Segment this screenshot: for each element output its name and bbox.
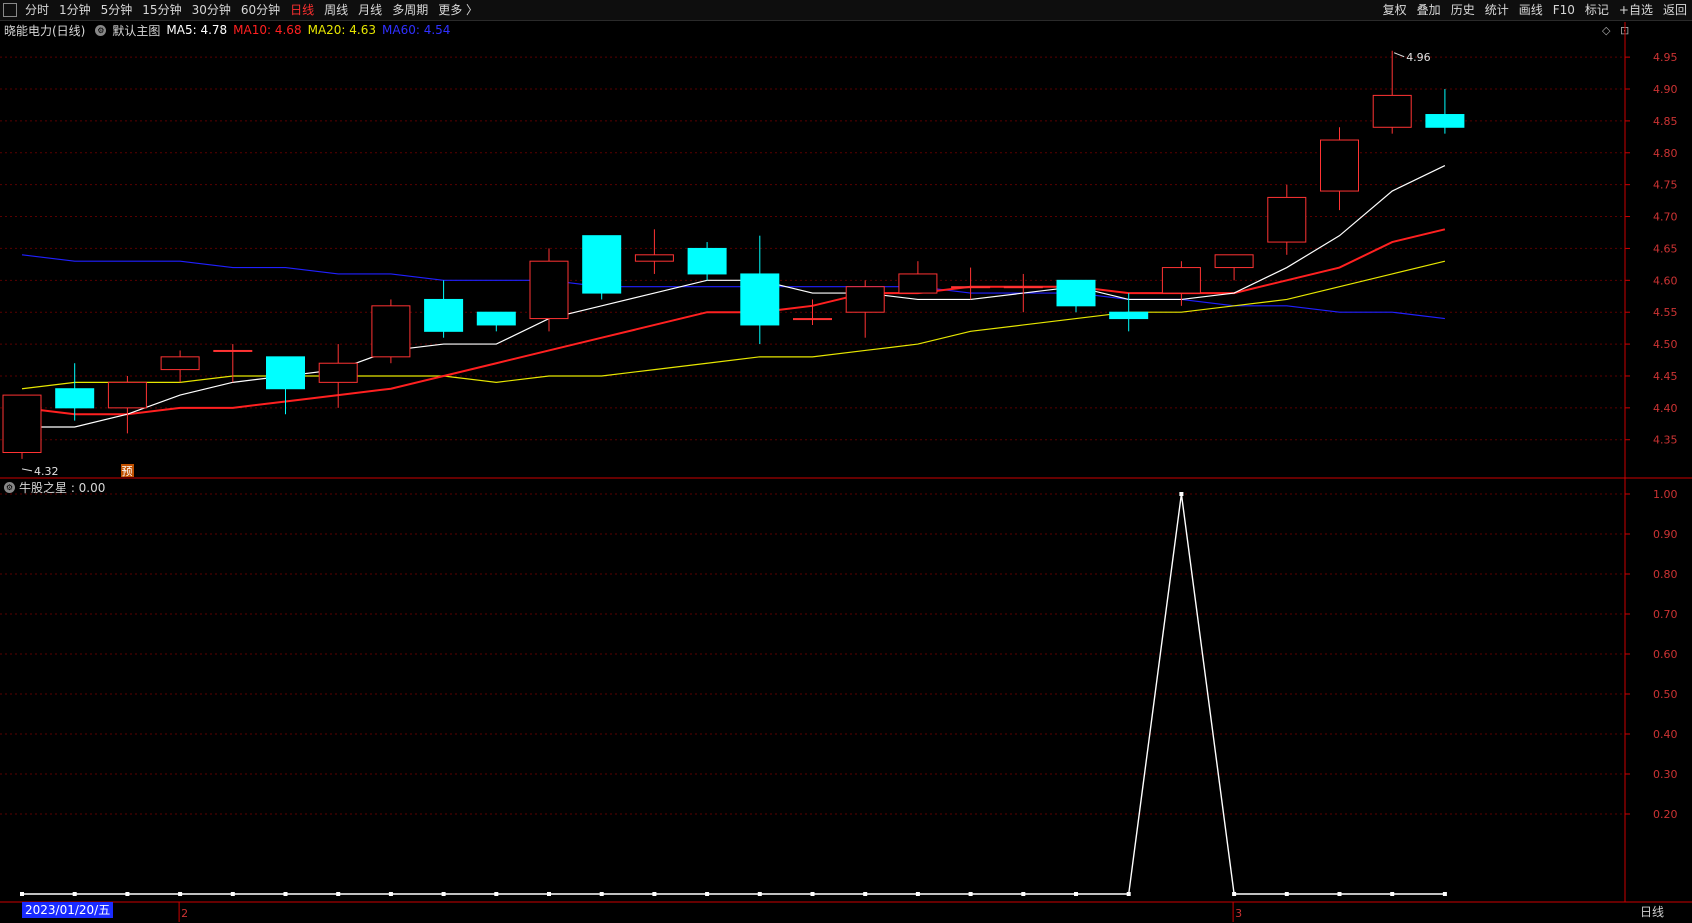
candle-up bbox=[1161, 267, 1201, 294]
indicator-point bbox=[1337, 892, 1342, 896]
candle-down bbox=[740, 273, 780, 326]
candle-up bbox=[1003, 286, 1043, 289]
indicator-point bbox=[441, 892, 446, 896]
candle-up bbox=[213, 349, 253, 352]
candle-up bbox=[371, 305, 411, 358]
indicator-point bbox=[1021, 892, 1026, 896]
price-tick-label: 4.45 bbox=[1653, 370, 1678, 383]
cursor-date: 2023/01/20/五 bbox=[22, 902, 114, 918]
price-tick-label: 4.75 bbox=[1653, 179, 1678, 192]
price-tick-label: 4.55 bbox=[1653, 306, 1678, 319]
candle-up bbox=[160, 356, 200, 371]
indicator-point bbox=[336, 892, 341, 896]
indicator-tick-label: 0.60 bbox=[1653, 648, 1678, 661]
indicator-point bbox=[1232, 892, 1237, 896]
candle-up bbox=[1267, 196, 1307, 243]
month-marker-label: 3 bbox=[1235, 907, 1242, 920]
price-tick-label: 4.65 bbox=[1653, 242, 1678, 255]
candle-up bbox=[898, 273, 938, 294]
candle-down bbox=[266, 356, 305, 390]
price-tick-label: 4.60 bbox=[1653, 274, 1678, 287]
indicator-point bbox=[810, 892, 815, 896]
candle-up bbox=[2, 394, 42, 453]
high-price-label: 4.96 bbox=[1406, 51, 1431, 64]
indicator-point bbox=[1390, 892, 1395, 896]
indicator-tick-label: 1.00 bbox=[1653, 488, 1678, 501]
candle-down bbox=[582, 235, 622, 294]
candle-up bbox=[634, 254, 674, 262]
candle-up bbox=[793, 318, 832, 321]
pre-marker-label: 预 bbox=[122, 465, 133, 478]
indicator-point bbox=[705, 892, 710, 896]
candle-up bbox=[107, 381, 147, 409]
indicator-tick-label: 0.40 bbox=[1653, 728, 1678, 741]
period-label: 日线 bbox=[1640, 905, 1665, 919]
indicator-point bbox=[652, 892, 657, 896]
indicator-point bbox=[547, 892, 551, 896]
candle-up bbox=[1372, 94, 1412, 128]
indicator-point bbox=[1179, 492, 1184, 496]
indicator-point bbox=[1126, 892, 1131, 896]
low-price-label: 4.32 bbox=[34, 465, 59, 478]
candle-up bbox=[318, 362, 358, 383]
indicator-point bbox=[178, 892, 183, 896]
indicator-point bbox=[757, 892, 762, 896]
kline-chart[interactable]: 4.95 4.90 4.85 4.80 4.75 4.70 4.65 4.60 4.55 4.50… bbox=[0, 0, 1692, 923]
indicator-point bbox=[494, 892, 499, 896]
indicator-tick-label: 0.80 bbox=[1653, 568, 1678, 581]
candle-down bbox=[687, 247, 727, 275]
indicator-tick-label: 0.90 bbox=[1653, 528, 1678, 541]
indicator-tick-label: 0.20 bbox=[1653, 808, 1678, 821]
candle-up bbox=[1320, 139, 1359, 192]
indicator-point bbox=[72, 892, 77, 896]
candle-down bbox=[1056, 279, 1096, 307]
price-tick-label: 4.85 bbox=[1653, 115, 1678, 128]
price-tick-label: 4.90 bbox=[1653, 83, 1678, 96]
indicator-point bbox=[863, 892, 868, 896]
candle-up bbox=[951, 286, 991, 289]
candle-down bbox=[55, 388, 95, 409]
indicator-point bbox=[125, 892, 130, 896]
price-tick-label: 4.70 bbox=[1653, 211, 1678, 224]
indicator-tick-label: 0.70 bbox=[1653, 608, 1678, 621]
indicator-point bbox=[1074, 892, 1078, 896]
price-tick-label: 4.50 bbox=[1653, 338, 1678, 351]
low-marker-line bbox=[21, 468, 33, 472]
indicator-point bbox=[388, 892, 393, 896]
candle-up bbox=[845, 286, 885, 313]
candle-up bbox=[529, 260, 569, 320]
price-tick-label: 4.95 bbox=[1653, 51, 1678, 64]
price-tick-label: 4.80 bbox=[1653, 147, 1678, 160]
candle-down bbox=[1425, 114, 1465, 128]
indicator-point bbox=[230, 892, 235, 896]
indicator-tick-label: 0.30 bbox=[1653, 768, 1678, 781]
candle-down bbox=[476, 311, 516, 326]
ma5-line bbox=[22, 164, 1446, 428]
candle-up bbox=[1214, 254, 1254, 269]
indicator-point bbox=[1442, 892, 1447, 896]
candle-down bbox=[1109, 311, 1149, 320]
indicator-point bbox=[283, 892, 288, 896]
indicator-point bbox=[599, 892, 604, 896]
indicator-point bbox=[915, 892, 920, 896]
candle-down bbox=[424, 298, 464, 332]
month-marker-label: 2 bbox=[181, 907, 188, 920]
indicator-point bbox=[968, 892, 973, 896]
indicator-point bbox=[1284, 892, 1289, 896]
price-tick-label: 4.40 bbox=[1653, 402, 1678, 415]
indicator-tick-label: 0.50 bbox=[1653, 688, 1678, 701]
price-tick-label: 4.35 bbox=[1653, 434, 1678, 447]
indicator-point bbox=[20, 892, 24, 896]
high-marker-line bbox=[1394, 52, 1405, 58]
